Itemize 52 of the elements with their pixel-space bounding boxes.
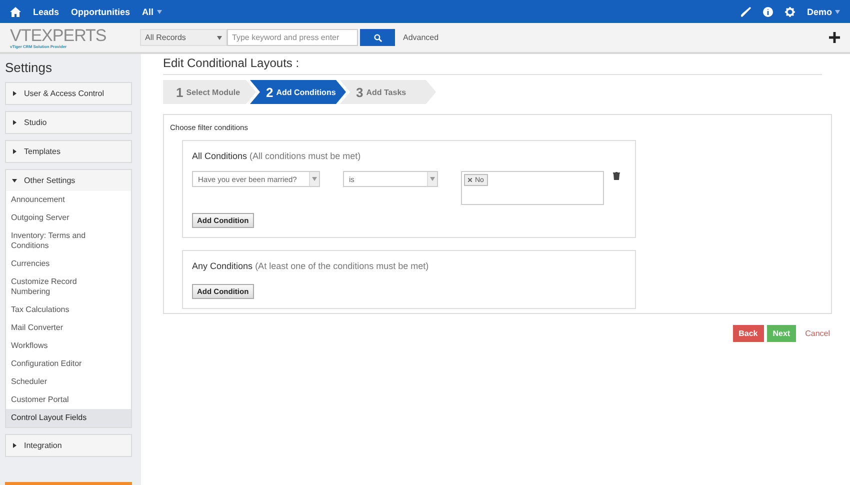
sidebar-group[interactable]: Other Settings (6, 170, 131, 191)
sidebar-item[interactable]: Currencies (6, 255, 131, 273)
search-icon (374, 34, 382, 42)
sidebar-group[interactable]: Integration (6, 435, 131, 456)
caret-right-icon (12, 443, 17, 448)
sidebar-item[interactable]: Customize Record Numbering (6, 273, 131, 301)
trash-icon[interactable] (613, 172, 620, 180)
page-title: Edit Conditional Layouts : (163, 56, 822, 75)
wizard-step[interactable]: 1 Select Module (163, 80, 256, 104)
sidebar-group[interactable]: User & Access Control (6, 83, 131, 104)
caret-right-icon (12, 120, 17, 125)
nav-link[interactable]: Leads (33, 6, 60, 16)
caret-right-icon (12, 149, 17, 154)
wizard-step[interactable]: 3 Add Tasks (340, 80, 436, 104)
wizard-step[interactable]: 2 Add Conditions (250, 80, 346, 104)
cancel-link[interactable]: Cancel (805, 329, 830, 338)
caret-icon (156, 10, 162, 14)
search-button[interactable] (360, 29, 395, 46)
sidebar-group[interactable]: Studio (6, 112, 131, 133)
caret-right-icon (12, 91, 17, 96)
caret-icon (835, 10, 840, 14)
sidebar-item[interactable]: Control Layout Fields (6, 409, 131, 427)
caret-icon (312, 177, 317, 181)
search-field[interactable]: Type keyword and press enter (227, 29, 358, 46)
plus-icon[interactable] (829, 32, 840, 43)
advanced-link[interactable]: Advanced (403, 33, 439, 42)
back-button[interactable]: Back (732, 325, 764, 342)
home-icon[interactable] (10, 6, 21, 16)
sidebar-item[interactable]: Mail Converter (6, 319, 131, 337)
sidebar-item[interactable]: Announcement (6, 191, 131, 209)
sidebar-title: Settings (5, 60, 53, 75)
sidebar-item[interactable]: Outgoing Server (6, 209, 131, 227)
condition-group-title: Any Conditions (At least one of the conditions must be met) (192, 261, 430, 271)
sidebar-item[interactable]: Tax Calculations (6, 301, 131, 319)
condition-group-title: All Conditions (All conditions must be met) (192, 151, 362, 161)
brush-icon[interactable] (740, 6, 751, 16)
sidebar-item[interactable]: Scheduler (6, 373, 131, 391)
all-menu[interactable]: All (142, 6, 162, 16)
info-icon[interactable] (762, 6, 773, 16)
user-menu[interactable]: Demo (806, 6, 840, 16)
settings-icon[interactable] (784, 6, 795, 16)
sidebar-group[interactable]: Templates (6, 141, 131, 162)
sidebar-item[interactable]: Customer Portal (6, 391, 131, 409)
sidebar-item[interactable]: Configuration Editor (6, 355, 131, 373)
records-dropdown[interactable]: All Records (140, 29, 227, 46)
remove-icon[interactable] (468, 178, 472, 182)
caret-icon (217, 36, 222, 40)
sidebar-item[interactable]: Workflows (6, 337, 131, 355)
sidebar-item[interactable]: Inventory: Terms and Conditions (6, 227, 131, 255)
caret-down-icon (12, 178, 17, 183)
caret-icon (430, 177, 435, 181)
nav-link[interactable]: Opportunities (71, 6, 130, 16)
